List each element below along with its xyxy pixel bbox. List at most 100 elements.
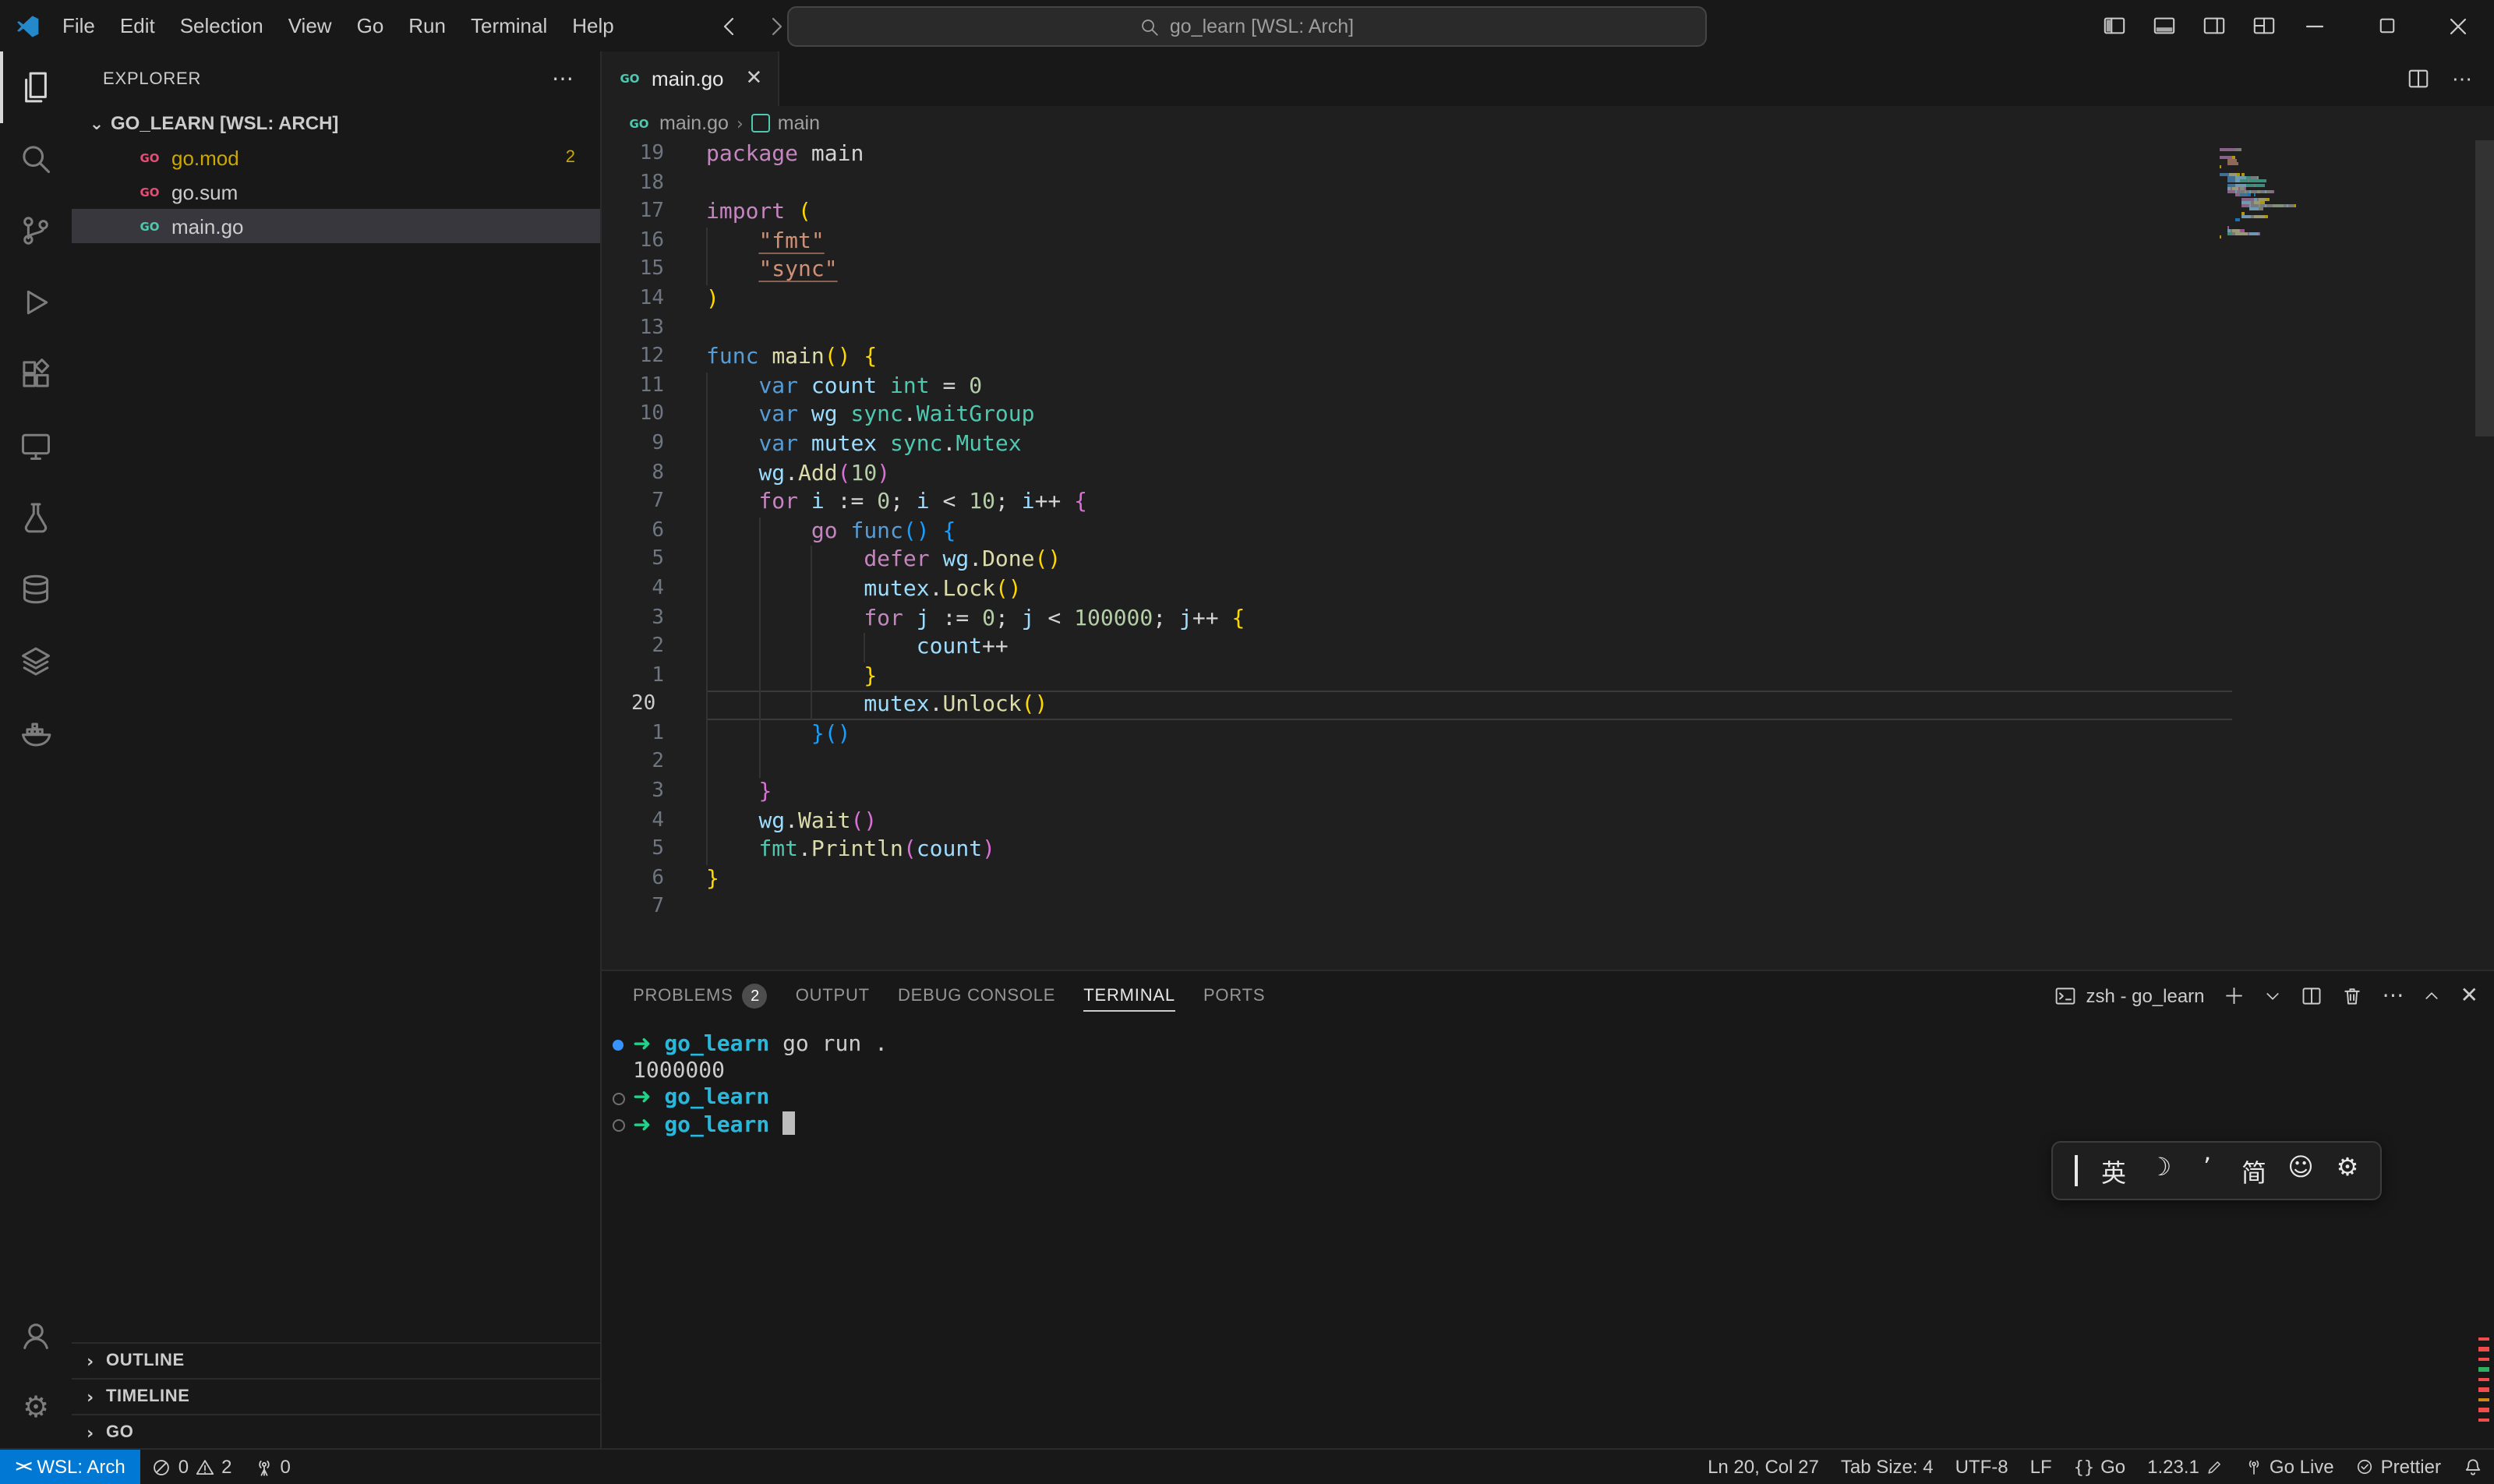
ellipsis-icon[interactable]: ⋯ xyxy=(552,65,575,92)
line-number[interactable]: 1 xyxy=(602,720,664,749)
close-icon[interactable]: ✕ xyxy=(746,67,763,90)
line-number[interactable]: 13 xyxy=(602,314,664,343)
settings-gear-icon[interactable]: ⚙ xyxy=(0,1372,72,1443)
line-number[interactable]: 6 xyxy=(602,865,664,894)
indentation[interactable]: Tab Size: 4 xyxy=(1830,1450,1945,1484)
layers-icon[interactable] xyxy=(0,625,72,697)
code-line[interactable]: 15 "sync" xyxy=(602,256,2494,285)
gear-icon[interactable]: ⚙ xyxy=(2324,1152,2371,1189)
run-debug-icon[interactable] xyxy=(0,267,72,338)
command-decoration-icon[interactable] xyxy=(613,1093,625,1105)
command-center-search[interactable]: go_learn [WSL: Arch] xyxy=(787,6,1707,47)
eol-sequence[interactable]: LF xyxy=(2019,1450,2063,1484)
code-line[interactable]: 2 count++ xyxy=(602,633,2494,662)
toggle-panel-icon[interactable] xyxy=(2153,14,2176,37)
code-line[interactable]: 12func main() { xyxy=(602,343,2494,372)
line-number[interactable]: 18 xyxy=(602,169,664,198)
code-line[interactable]: 11 var count int = 0 xyxy=(602,373,2494,401)
trash-icon[interactable] xyxy=(2342,985,2364,1007)
problems-status[interactable]: 0 2 xyxy=(141,1450,243,1484)
cursor-position[interactable]: Ln 20, Col 27 xyxy=(1697,1450,1830,1484)
close-panel-icon[interactable]: ✕ xyxy=(2460,984,2478,1009)
section-outline[interactable]: ›OUTLINE xyxy=(72,1342,600,1378)
close-icon[interactable] xyxy=(2422,0,2494,51)
menu-file[interactable]: File xyxy=(50,14,108,37)
section-go[interactable]: ›GO xyxy=(72,1414,600,1450)
search-icon[interactable] xyxy=(0,123,72,195)
docker-icon[interactable] xyxy=(0,697,72,768)
line-number[interactable]: 15 xyxy=(602,256,664,285)
code-line[interactable]: 6 go func() { xyxy=(602,517,2494,546)
file-go.sum[interactable]: GOgo.sum xyxy=(72,175,600,209)
code-line[interactable]: 6} xyxy=(602,865,2494,894)
terminal-session[interactable]: zsh - go_learn xyxy=(2054,985,2204,1007)
line-number[interactable]: 17 xyxy=(602,198,664,227)
code-line[interactable]: 1 } xyxy=(602,662,2494,691)
panel-tab-problems[interactable]: PROBLEMS2 xyxy=(633,971,768,1021)
code-line[interactable]: 17import ( xyxy=(602,198,2494,227)
code-line[interactable]: 8 wg.Add(10) xyxy=(602,459,2494,488)
line-number[interactable]: 14 xyxy=(602,285,664,314)
line-number[interactable]: 5 xyxy=(602,836,664,865)
command-decoration-icon[interactable] xyxy=(613,1040,624,1051)
ellipsis-icon[interactable]: ⋯ xyxy=(2383,984,2404,1009)
code-line[interactable]: 16 "fmt" xyxy=(602,228,2494,256)
terminal-output[interactable]: ➜ go_learn go run .1000000➜ go_learn ➜ g… xyxy=(602,1021,2494,1450)
forward-arrow-icon[interactable] xyxy=(764,13,789,38)
line-number[interactable]: 7 xyxy=(602,488,664,517)
go-live[interactable]: Go Live xyxy=(2234,1450,2345,1484)
code-line[interactable]: 3 for j := 0; j < 100000; j++ { xyxy=(602,604,2494,633)
line-number[interactable]: 5 xyxy=(602,546,664,575)
panel-tab-debug-console[interactable]: DEBUG CONSOLE xyxy=(898,971,1055,1021)
code-line[interactable]: 4 wg.Wait() xyxy=(602,807,2494,836)
code-line[interactable]: 7 xyxy=(602,894,2494,923)
code-line[interactable]: 14) xyxy=(602,285,2494,314)
line-number[interactable]: 3 xyxy=(602,604,664,633)
code-line[interactable]: 18 xyxy=(602,169,2494,198)
toggle-secondary-sidebar-icon[interactable] xyxy=(2203,14,2226,37)
menu-view[interactable]: View xyxy=(276,14,344,37)
code-line[interactable]: 5 fmt.Println(count) xyxy=(602,836,2494,865)
panel-tab-terminal[interactable]: TERMINAL xyxy=(1083,971,1175,1021)
line-number[interactable]: 19 xyxy=(602,140,664,169)
explorer-icon[interactable] xyxy=(0,51,72,123)
code-line[interactable]: 10 var wg sync.WaitGroup xyxy=(602,401,2494,430)
ports-status[interactable]: 0 xyxy=(243,1450,302,1484)
ellipsis-icon[interactable]: ⋯ xyxy=(2452,66,2472,91)
minimize-icon[interactable] xyxy=(2279,0,2351,51)
source-control-icon[interactable] xyxy=(0,195,72,267)
file-go.mod[interactable]: GOgo.mod2 xyxy=(72,140,600,175)
smiley-icon[interactable]: ☺ xyxy=(2277,1152,2324,1189)
panel-tab-output[interactable]: OUTPUT xyxy=(796,971,870,1021)
line-number[interactable]: 1 xyxy=(602,662,664,691)
menu-edit[interactable]: Edit xyxy=(108,14,168,37)
go-version[interactable]: 1.23.1 xyxy=(2136,1450,2234,1484)
line-number[interactable]: 2 xyxy=(602,633,664,662)
line-number[interactable]: 16 xyxy=(602,228,664,256)
breadcrumb-symbol[interactable]: main xyxy=(778,112,820,134)
code-line[interactable]: 9 var mutex sync.Mutex xyxy=(602,430,2494,459)
menu-terminal[interactable]: Terminal xyxy=(458,14,560,37)
code-line[interactable]: 20 mutex.Unlock() xyxy=(602,691,2494,720)
menu-run[interactable]: Run xyxy=(396,14,458,37)
split-editor-icon[interactable] xyxy=(2407,67,2430,90)
line-number[interactable]: 10 xyxy=(602,401,664,430)
code-line[interactable]: 5 defer wg.Done() xyxy=(602,546,2494,575)
back-arrow-icon[interactable] xyxy=(717,13,742,38)
accounts-icon[interactable] xyxy=(0,1300,72,1372)
moon-icon[interactable]: ☽ xyxy=(2137,1152,2184,1189)
remote-explorer-icon[interactable] xyxy=(0,410,72,482)
code-line[interactable]: 1 }() xyxy=(602,720,2494,749)
line-number[interactable]: 6 xyxy=(602,517,664,546)
code-line[interactable]: 2 xyxy=(602,749,2494,778)
testing-icon[interactable] xyxy=(0,482,72,553)
line-number[interactable]: 2 xyxy=(602,749,664,778)
minimap[interactable] xyxy=(2220,148,2319,243)
line-number[interactable]: 12 xyxy=(602,343,664,372)
new-terminal-icon[interactable]: ＋ xyxy=(2224,980,2245,1012)
menu-help[interactable]: Help xyxy=(560,14,627,37)
menu-selection[interactable]: Selection xyxy=(168,14,276,37)
line-number[interactable]: 11 xyxy=(602,373,664,401)
chevron-up-icon[interactable] xyxy=(2423,987,2442,1005)
code-line[interactable]: 19package main xyxy=(602,140,2494,169)
